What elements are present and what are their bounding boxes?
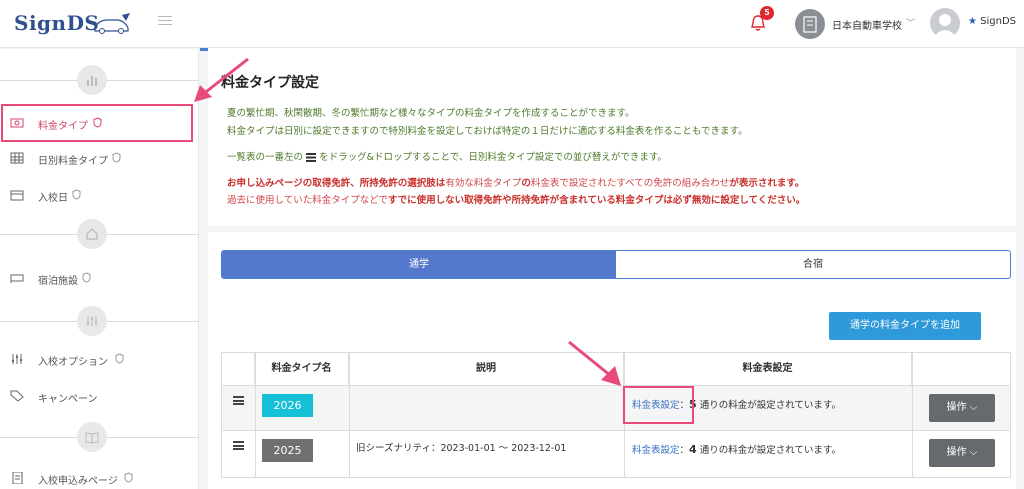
sidebar-section-divider [0,306,199,338]
highlight-box [1,104,193,142]
warning-text-part: お申し込みページの取得免許、所持免許の選択肢は [227,178,446,189]
chevron-down-icon: ⌵ [969,402,978,413]
fee-setting-cell: 料金表設定：4 通りの料金が設定されています。 [632,442,841,456]
warning-text: お申し込みページの取得免許、所持免許の選択肢は有効な料金タイプの料金表で設定され… [227,175,804,189]
sidebar-section-divider [0,422,199,454]
table-header [912,353,1010,385]
chevron-down-icon: ⌵ [969,447,978,458]
tag-icon [10,390,24,402]
home-icon [86,228,98,240]
book-icon [85,432,99,444]
annotation-arrow-icon [194,57,249,102]
building-icon [803,16,817,33]
fee-type-description: 旧シーズナリティ：2023-01-01 〜 2023-12-01 [356,443,567,454]
table-row: 2026 料金表設定：5 通りの料金が設定されています。 操作 ⌵ [222,386,1010,431]
sliders-icon [87,316,97,326]
sidebar-item-options[interactable]: 入校オプション [0,348,199,372]
top-header: SignDS 5 日本自動車学校 ﹀ ★ SignDS [0,0,1024,48]
calendar-grid-icon [10,152,24,164]
warning-text: 過去に使用していた料金タイプなどですでに使用しない取得免許や所持免許が含まれてい… [227,192,805,206]
school-avatar[interactable] [795,9,825,39]
user-name-label: SignDS [980,16,1017,27]
shield-icon [82,272,91,283]
school-name[interactable]: 日本自動車学校 [832,17,902,32]
tab-bar: 通学 合宿 [221,250,1011,279]
fee-count: 4 [689,443,697,456]
calendar-icon [10,190,24,201]
description-text: 夏の繁忙期、秋閑散期、冬の繁忙期など様々なタイプの料金タイプを作成することができ… [227,108,635,119]
add-fee-type-button[interactable]: 通学の料金タイプを追加 [829,312,981,340]
app-logo[interactable]: SignDS [14,11,99,35]
table-row: 2025 旧シーズナリティ：2023-01-01 〜 2023-12-01 料金… [222,432,1010,477]
description-text: 料金タイプは日別に設定できますので特別料金を設定しておけば特定の１日だけに適応す… [227,126,748,137]
drag-handle-icon[interactable] [233,441,244,450]
warning-text-part: が表示されます。 [729,178,805,189]
sidebar-item-label: 宿泊施設 [38,276,78,287]
sidebar: 料金タイプ 日別料金タイプ 入校日 宿泊施設 入校オプション キャンペーン 入校 [0,49,199,489]
warning-text-part: の [521,178,531,189]
fee-table-link[interactable]: 料金表設定 [632,445,680,456]
document-icon [12,472,23,484]
star-icon: ★ [968,16,977,27]
shield-icon [115,353,124,364]
warning-text-part: すでに使用しない取得免許や所持免許が含まれている料金タイプは必ず無効に設定してく… [388,195,806,206]
sidebar-item-label: 入校日 [38,193,68,204]
sidebar-section-divider [0,219,199,251]
notification-badge: 5 [760,6,774,20]
drag-instruction-text: をドラッグ&ドロップすることで、日別料金タイプ設定での並び替えができます。 [319,152,667,163]
sliders-icon [12,354,22,364]
drag-handle-icon[interactable] [233,396,244,405]
annotation-arrow-icon [568,340,621,386]
operation-dropdown-button[interactable]: 操作 ⌵ [929,439,995,467]
tab-commute[interactable]: 通学 [222,251,616,278]
chart-icon [87,76,97,86]
bed-icon [10,274,24,283]
sidebar-item-daily-fee-type[interactable]: 日別料金タイプ [0,147,199,171]
sidebar-item-accommodation[interactable]: 宿泊施設 [0,267,199,291]
drag-instruction-text: 一覧表の一番左の [227,152,304,163]
sidebar-item-label: 入校オプション [38,357,108,368]
table-header: 料金表設定 [624,353,912,385]
tab-camp[interactable]: 合宿 [616,251,1010,278]
warning-text-part: 料金表で設定されたすべての免許の組み合わせ [530,178,730,189]
sidebar-item-campaign[interactable]: キャンペーン [0,385,199,409]
sidebar-item-label: 日別料金タイプ [38,156,108,167]
list-icon [306,153,317,162]
sidebar-section-divider [0,65,199,97]
car-logo-icon [94,13,130,34]
drag-instruction: 一覧表の一番左の をドラッグ&ドロップすることで、日別料金タイプ設定での並び替え… [227,149,667,163]
user-avatar[interactable] [930,8,960,38]
warning-text-part: 有効な料金タイプ [445,178,522,189]
sidebar-item-label: 入校申込みページ [38,476,118,487]
table-header [222,353,255,385]
sidebar-item-label: キャンペーン [38,394,98,405]
highlight-box [623,386,694,424]
fee-suffix: 通りの料金が設定されています。 [696,445,841,456]
warning-text-part: 過去に使用していた料金タイプなどで [227,195,389,206]
operation-dropdown-button[interactable]: 操作 ⌵ [929,394,995,422]
fee-suffix: 通りの料金が設定されています。 [696,400,841,411]
sidebar-item-application-page[interactable]: 入校申込みページ [0,467,199,489]
user-name[interactable]: ★ SignDS [968,16,1016,27]
chevron-down-icon[interactable]: ﹀ [906,16,915,29]
fee-type-tag: 2025 [262,439,313,462]
fee-type-tag: 2026 [262,394,313,417]
user-icon [933,14,957,38]
sidebar-item-enrollment-date[interactable]: 入校日 [0,184,199,208]
shield-icon [72,189,81,200]
operation-label: 操作 [946,447,967,458]
shield-icon [124,472,133,483]
table-header: 料金タイプ名 [255,353,349,385]
menu-toggle-icon[interactable] [158,16,172,28]
fee-separator: ： [679,445,690,456]
shield-icon [112,152,121,163]
operation-label: 操作 [946,402,967,413]
